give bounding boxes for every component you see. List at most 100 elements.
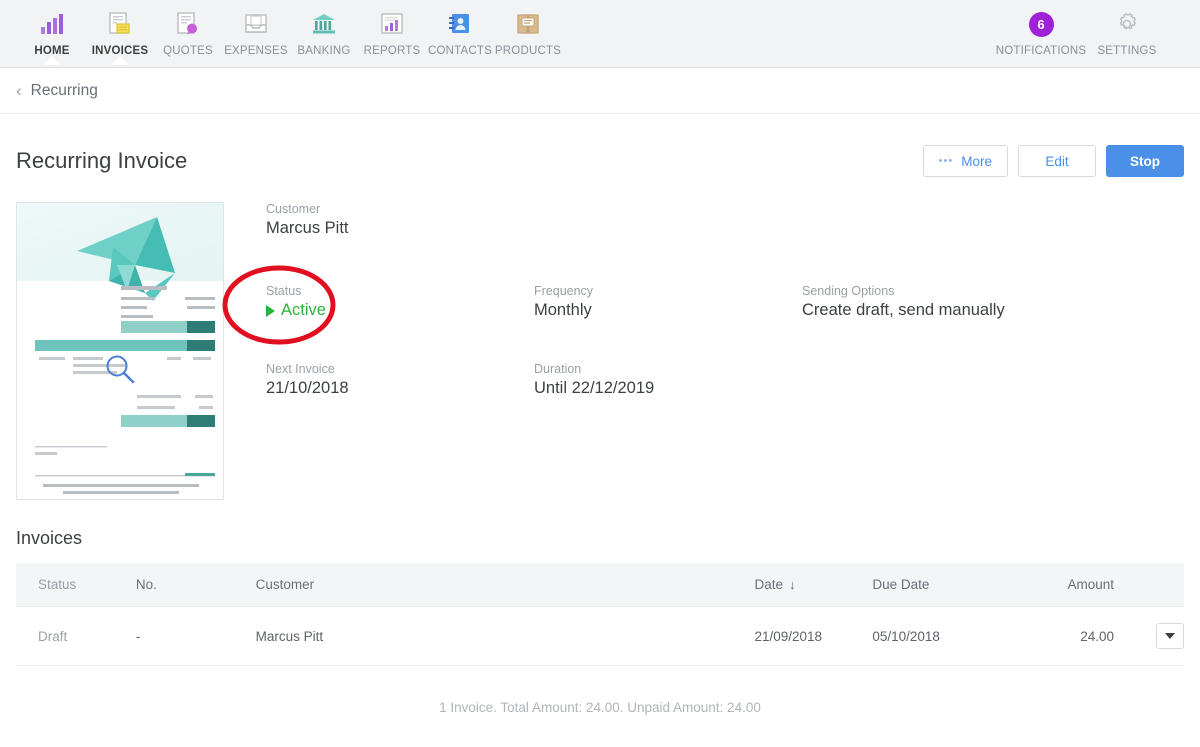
invoices-table-head: Status No. Customer Date ↓ Due Date Amoun… [16, 563, 1184, 607]
field-customer-value: Marcus Pitt [266, 219, 349, 237]
cell-due-date: 05/10/2018 [872, 606, 1023, 666]
details-fields: Customer Marcus Pitt Status Active Frequ… [222, 202, 1184, 500]
invoices-summary: 1 Invoice. Total Amount: 24.00. Unpaid A… [439, 700, 761, 715]
column-header-actions [1114, 563, 1184, 607]
nav-label-products: PRODUCTS [494, 45, 562, 57]
column-header-date-label: Date [754, 577, 784, 592]
column-header-no[interactable]: No. [135, 563, 256, 607]
field-duration-value: Until 22/12/2019 [534, 379, 655, 397]
nav-item-quotes[interactable]: QUOTES [154, 0, 222, 57]
page-title: Recurring Invoice [16, 148, 188, 173]
cell-date: 21/09/2018 [754, 606, 873, 666]
chevron-down-icon [1165, 633, 1175, 639]
invoice-doc-icon [105, 9, 135, 39]
gear-icon [1112, 9, 1142, 39]
stop-button-label: Stop [1130, 153, 1160, 169]
notification-badge: 6 [1026, 9, 1056, 39]
column-header-status[interactable]: Status [16, 563, 136, 607]
nav-item-products[interactable]: PRODUCTS [494, 0, 562, 57]
breadcrumb-label: Recurring [30, 81, 98, 99]
invoices-section-title: Invoices [16, 528, 83, 548]
nav-label-contacts: CONTACTS [428, 45, 492, 57]
field-frequency: Frequency Monthly [534, 284, 802, 320]
field-frequency-value: Monthly [534, 301, 592, 319]
cell-customer: Marcus Pitt [255, 606, 755, 666]
stop-button[interactable]: Stop [1106, 145, 1184, 177]
nav-label-banking: BANKING [297, 45, 351, 57]
play-triangle-icon [266, 304, 275, 317]
nav-label-quotes: QUOTES [163, 45, 213, 57]
page-actions: ••• More Edit Stop [922, 145, 1184, 177]
cell-actions [1114, 606, 1184, 666]
bank-icon [309, 9, 339, 39]
recurring-invoice-details: Customer Marcus Pitt Status Active Frequ… [0, 186, 1200, 500]
details-row-3: Next Invoice 21/10/2018 Duration Until 2… [266, 362, 1184, 398]
utility-nav-group: 6 NOTIFICATIONS SETTINGS [995, 0, 1182, 57]
field-next-invoice-value: 21/10/2018 [266, 379, 349, 397]
row-menu-button[interactable] [1156, 623, 1184, 649]
field-status: Status Active [266, 284, 534, 320]
nav-item-expenses[interactable]: EXPENSES [222, 0, 290, 57]
page-header: Recurring Invoice ••• More Edit Stop [0, 114, 1200, 186]
search-icon [104, 353, 136, 390]
more-button[interactable]: ••• More [922, 145, 1008, 177]
field-customer-label: Customer [266, 202, 321, 216]
nav-label-expenses: EXPENSES [224, 45, 288, 57]
top-navigation-bar: HOME INVOICES QUOTES EXPENSES BANKING RE… [0, 0, 1200, 68]
report-chart-icon [377, 9, 407, 39]
product-box-icon [513, 9, 543, 39]
breadcrumb-back-link[interactable]: ‹ Recurring [16, 82, 98, 100]
nav-item-banking[interactable]: BANKING [290, 0, 358, 57]
column-header-due-date[interactable]: Due Date [872, 563, 1023, 607]
nav-item-settings[interactable]: SETTINGS [1084, 0, 1170, 57]
nav-label-notifications: NOTIFICATIONS [995, 45, 1087, 57]
invoices-table: Status No. Customer Date ↓ Due Date Amoun… [16, 563, 1184, 666]
nav-label-settings: SETTINGS [1097, 45, 1157, 57]
nav-item-notifications[interactable]: 6 NOTIFICATIONS [995, 0, 1087, 57]
notification-count: 6 [1028, 11, 1054, 37]
table-row[interactable]: Draft - Marcus Pitt 21/09/2018 05/10/201… [16, 606, 1184, 666]
nav-item-home[interactable]: HOME [18, 0, 86, 57]
breadcrumb: ‹ Recurring [0, 68, 1200, 114]
quote-doc-icon [173, 9, 203, 39]
more-button-label: More [961, 153, 992, 169]
field-status-label: Status [266, 284, 302, 298]
edit-button-label: Edit [1045, 153, 1069, 169]
field-next-invoice-label: Next Invoice [266, 362, 335, 376]
edit-button[interactable]: Edit [1018, 145, 1096, 177]
chevron-left-icon: ‹ [16, 81, 22, 100]
nav-item-contacts[interactable]: CONTACTS [426, 0, 494, 57]
details-row-1: Customer Marcus Pitt [266, 202, 1184, 238]
field-frequency-label: Frequency [534, 284, 594, 298]
field-customer: Customer Marcus Pitt [266, 202, 534, 238]
address-book-icon [445, 9, 475, 39]
more-dots-icon: ••• [938, 155, 954, 167]
expense-tray-icon [241, 9, 271, 39]
bar-chart-icon [37, 9, 67, 39]
thumbnail-invoice-render [35, 217, 215, 494]
field-next-invoice: Next Invoice 21/10/2018 [266, 362, 534, 398]
invoice-thumbnail[interactable] [16, 202, 224, 500]
cell-amount: 24.00 [1022, 606, 1114, 666]
field-duration-label: Duration [534, 362, 582, 376]
cell-no: - [135, 606, 256, 666]
nav-item-reports[interactable]: REPORTS [358, 0, 426, 57]
nav-item-invoices[interactable]: INVOICES [86, 0, 154, 57]
nav-label-invoices: INVOICES [91, 45, 149, 57]
invoices-table-body: Draft - Marcus Pitt 21/09/2018 05/10/201… [16, 606, 1184, 666]
column-header-date[interactable]: Date ↓ [754, 563, 873, 607]
sort-arrow-down-icon: ↓ [789, 577, 796, 592]
main-nav-group: HOME INVOICES QUOTES EXPENSES BANKING RE… [18, 0, 562, 57]
status-badge: Active [266, 301, 534, 320]
cell-status: Draft [16, 606, 136, 666]
column-header-customer[interactable]: Customer [255, 563, 755, 607]
details-row-2: Status Active Frequency Monthly Sending … [266, 284, 1184, 320]
field-sending-options: Sending Options Create draft, send manua… [802, 284, 1102, 320]
field-status-value: Active [281, 301, 326, 319]
field-duration: Duration Until 22/12/2019 [534, 362, 802, 398]
table-header-row: Status No. Customer Date ↓ Due Date Amoun… [16, 563, 1184, 607]
nav-label-reports: REPORTS [363, 45, 421, 57]
nav-label-home: HOME [34, 45, 70, 57]
field-sending-options-value: Create draft, send manually [802, 301, 1005, 319]
column-header-amount[interactable]: Amount [1022, 563, 1114, 607]
